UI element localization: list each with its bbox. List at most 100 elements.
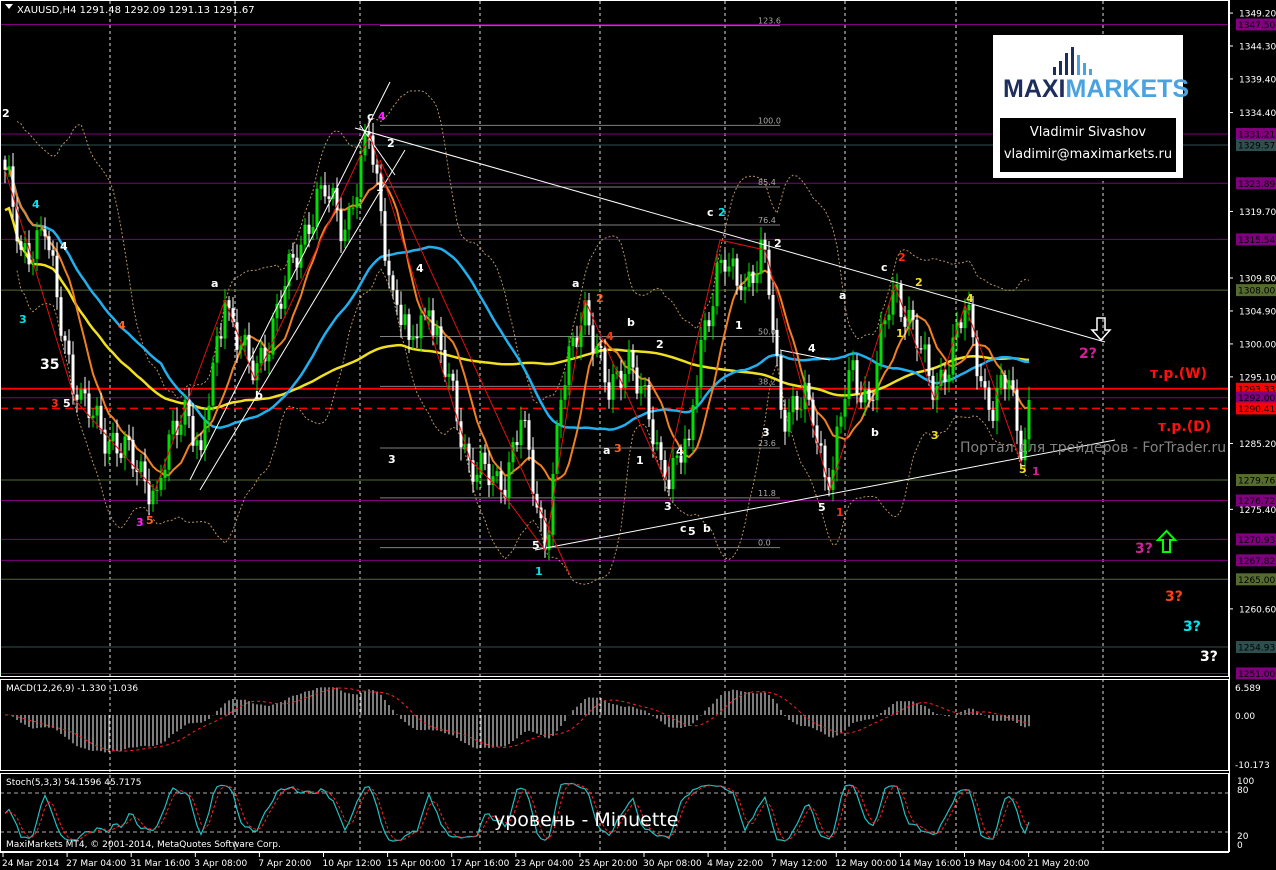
wave-label: c: [367, 110, 374, 123]
bear-candle: [323, 185, 327, 197]
bull-candle: [179, 424, 183, 435]
bull-candle: [23, 243, 27, 250]
bull-candle: [711, 306, 715, 327]
price-tick-label: 1339.40: [1239, 75, 1276, 85]
bull-candle: [151, 490, 155, 505]
price-tick-label: 1304.90: [1239, 307, 1276, 317]
wave-label: 4: [966, 292, 974, 305]
bull-candle: [719, 259, 723, 263]
wave-label: 5: [63, 397, 71, 410]
bear-candle: [779, 355, 783, 410]
bear-candle: [515, 442, 519, 446]
bear-candle: [327, 196, 331, 199]
bear-candle: [399, 304, 403, 325]
time-label: 12 May 00:00: [835, 859, 897, 869]
bull-candle: [447, 373, 451, 377]
wave-label: 4: [118, 319, 126, 332]
wave-label: 4: [606, 330, 614, 343]
fib-label: 23.6: [758, 439, 776, 448]
bear-candle: [959, 322, 963, 329]
bear-candle: [247, 334, 251, 361]
bull-candle: [159, 478, 163, 490]
bull-candle: [1007, 380, 1011, 389]
wave-label: 3: [931, 429, 939, 442]
bear-candle: [911, 309, 915, 320]
bear-candle: [83, 389, 87, 394]
time-label: 30 Apr 08:00: [643, 859, 702, 869]
price-axis: 1349.20 1344.30 1339.40 1334.40 1319.70 1309.…: [1229, 10, 1276, 680]
bull-candle: [39, 229, 43, 231]
bear-candle: [391, 275, 395, 291]
time-label: 23 Apr 04:00: [515, 859, 574, 869]
wave-label: 1: [735, 319, 743, 332]
bull-candle: [847, 370, 851, 400]
level-price-label: 1251.00: [1238, 670, 1275, 680]
bull-candle: [863, 389, 867, 403]
bear-candle: [219, 336, 223, 339]
bull-candle: [155, 489, 159, 491]
bear-candle: [59, 297, 63, 336]
bear-candle: [599, 346, 603, 348]
bear-candle: [415, 336, 419, 339]
wave-label: b: [871, 426, 879, 439]
bear-candle: [431, 310, 435, 336]
fibonacci-retracement[interactable]: 123.6100.085.476.450.038.223.611.80.0: [380, 17, 781, 549]
wave-label: 3: [136, 516, 144, 529]
wave-label: 5: [818, 501, 826, 514]
wave-label: 3?: [1183, 619, 1201, 635]
bull-candle: [691, 405, 695, 441]
fib-label: 76.4: [758, 216, 776, 225]
bear-candle: [407, 314, 411, 340]
wave-label: b: [627, 316, 635, 329]
bull-candle: [643, 384, 647, 387]
wave-label: т.р.(W): [1150, 366, 1207, 382]
wave-label: 1: [636, 454, 644, 467]
bear-candle: [63, 335, 67, 341]
bull-candle: [747, 271, 751, 287]
bear-candle: [191, 416, 195, 446]
collapse-triangle-icon[interactable]: [5, 4, 13, 9]
fib-label: 85.4: [758, 178, 776, 187]
bear-candle: [687, 438, 691, 441]
wave-label: 3: [51, 397, 59, 410]
bull-candle: [315, 188, 319, 227]
time-label: 27 Mar 04:00: [66, 859, 126, 869]
bear-candle: [1003, 375, 1007, 389]
time-label: 17 Apr 16:00: [451, 859, 510, 869]
wave-label: 2: [898, 251, 906, 264]
bear-candle: [903, 317, 907, 327]
bull-candle: [743, 286, 747, 291]
bull-candle: [787, 412, 791, 432]
bear-candle: [603, 347, 607, 383]
bear-candle: [735, 258, 739, 286]
bear-candle: [199, 440, 203, 451]
bear-candle: [991, 409, 995, 421]
bear-candle: [47, 236, 51, 251]
bear-candle: [395, 290, 399, 305]
bull-candle: [403, 314, 407, 325]
bear-candle: [767, 249, 771, 295]
price-tick-label: 1285.20: [1239, 440, 1276, 450]
level-price-label: 1331.21: [1238, 131, 1275, 141]
bull-candle: [267, 354, 271, 362]
bull-candle: [259, 347, 263, 364]
bull-candle: [163, 469, 167, 479]
time-label: 31 Mar 16:00: [130, 859, 190, 869]
bear-candle: [487, 463, 491, 486]
bull-candle: [875, 363, 879, 401]
bull-candle: [271, 318, 275, 355]
bear-candle: [1011, 380, 1015, 390]
bull-candle: [303, 224, 307, 245]
bull-candle: [947, 374, 951, 383]
bear-candle: [115, 432, 119, 454]
trend-lines[interactable]: [4, 81, 1116, 576]
bull-candle: [683, 438, 687, 463]
bull-candle: [731, 258, 735, 267]
macd-pane: [4, 687, 1030, 753]
bull-candle: [139, 461, 143, 472]
wave-label: c: [680, 522, 687, 535]
wave-label: 1: [836, 506, 844, 519]
symbol-info: XAUUSD,H4 1291.48 1292.09 1291.13 1291.6…: [17, 5, 255, 16]
time-label: 7 May 12:00: [771, 859, 827, 869]
bull-candle: [639, 386, 643, 394]
